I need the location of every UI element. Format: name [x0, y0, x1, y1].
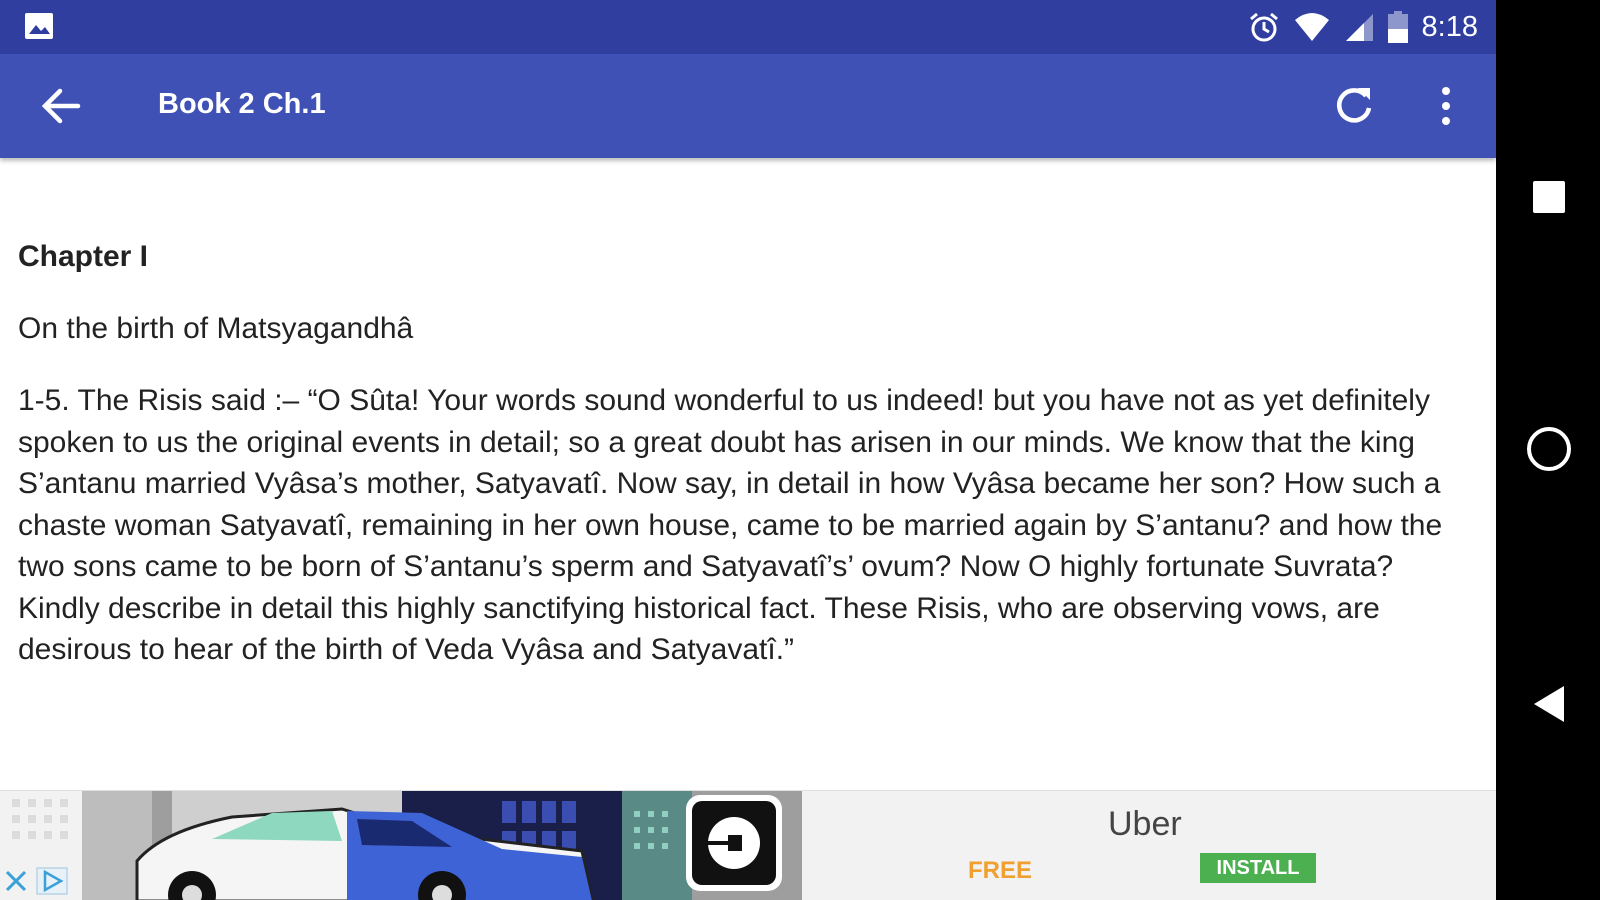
status-time: 8:18: [1421, 10, 1478, 43]
app-screen: 8:18 Book 2 Ch.1 Chapter I On the birth …: [0, 0, 1496, 900]
wifi-icon: [1294, 13, 1329, 41]
back-arrow-icon[interactable]: [38, 84, 86, 128]
ad-pattern: [12, 799, 68, 839]
status-icons: 8:18: [1248, 8, 1478, 46]
alarm-icon: [1249, 12, 1278, 42]
ad-banner[interactable]: Uber FREE INSTALL: [0, 790, 1496, 900]
ad-car-illustration: [82, 791, 802, 900]
status-bar: 8:18: [0, 0, 1496, 54]
page-title: Book 2 Ch.1: [158, 88, 326, 120]
more-vert-icon[interactable]: [1432, 84, 1460, 128]
back-icon[interactable]: [1532, 684, 1566, 724]
system-nav-bar: [1496, 0, 1600, 900]
ad-install-button[interactable]: INSTALL: [1200, 853, 1316, 883]
app-bar: Book 2 Ch.1: [0, 54, 1496, 158]
ad-choices-icon[interactable]: [36, 867, 68, 895]
chapter-heading: Chapter I: [18, 240, 149, 273]
chapter-body: 1-5. The Risis said :– “O Sûta! Your wor…: [18, 384, 1443, 666]
ad-app-name: Uber: [1108, 805, 1182, 843]
image-icon: [25, 13, 53, 39]
cell-signal-icon: [1345, 14, 1373, 41]
refresh-icon[interactable]: [1332, 84, 1376, 128]
recent-apps-icon[interactable]: [1532, 180, 1566, 214]
ad-close-icon[interactable]: [2, 867, 30, 895]
home-icon[interactable]: [1526, 426, 1572, 472]
battery-icon: [1387, 11, 1408, 43]
ad-price-label: FREE: [968, 857, 1033, 884]
chapter-content: Chapter I On the birth of Matsyagandhâ 1…: [18, 240, 1478, 671]
chapter-subtitle: On the birth of Matsyagandhâ: [18, 312, 414, 345]
